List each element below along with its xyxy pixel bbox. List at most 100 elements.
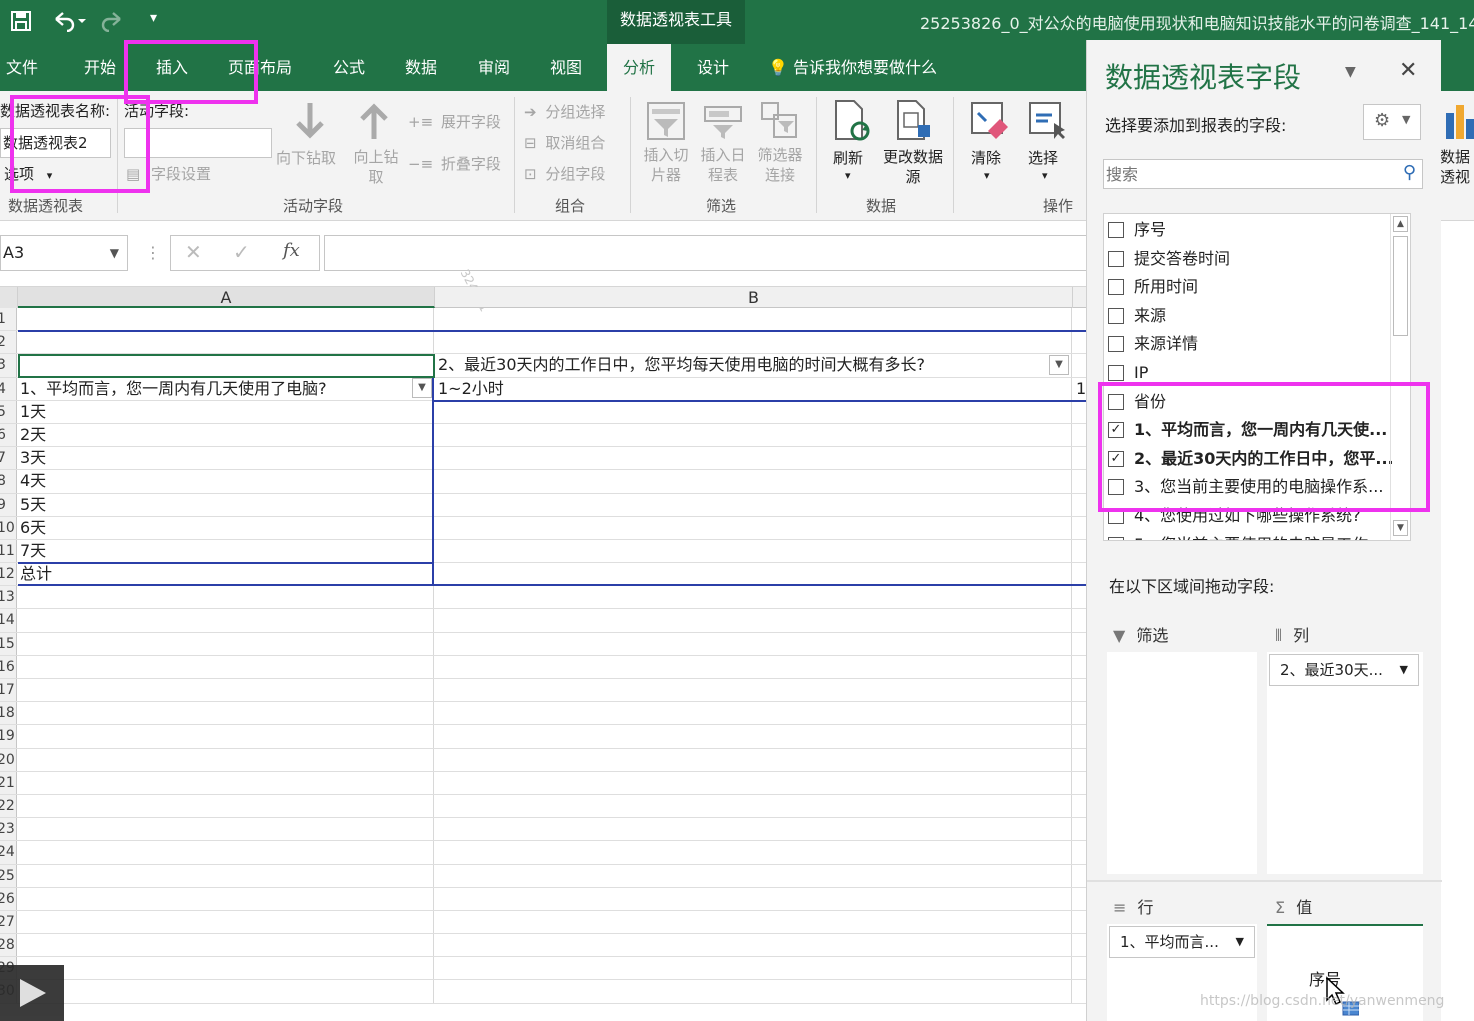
row-header[interactable]: 6 — [0, 423, 17, 447]
row-header[interactable]: 24 — [0, 841, 17, 864]
save-icon[interactable] — [10, 10, 32, 37]
columns-drop-area[interactable]: 2、最近30天... ▼ — [1267, 652, 1423, 874]
cell-a[interactable] — [18, 586, 434, 609]
field-list-item[interactable]: 所用时间 — [1104, 273, 1394, 302]
cell-a[interactable] — [18, 864, 434, 887]
cell-a[interactable] — [18, 308, 434, 331]
cell-b[interactable] — [435, 748, 1072, 771]
cell-b[interactable] — [435, 910, 1072, 934]
tab-file[interactable]: 文件 — [6, 44, 38, 91]
row-header[interactable]: 10 — [0, 516, 17, 539]
group-selection-button[interactable]: ➔ 分组选择 — [524, 101, 605, 122]
cell-a[interactable] — [18, 609, 434, 632]
column-header-b[interactable]: B — [435, 287, 1073, 308]
redo-icon[interactable] — [100, 10, 134, 37]
clear-button[interactable] — [970, 101, 1010, 141]
row-header[interactable]: 23 — [0, 818, 17, 841]
field-list-item[interactable]: 来源 — [1104, 302, 1394, 331]
drill-down-button[interactable] — [290, 101, 326, 145]
cell-a[interactable] — [18, 957, 434, 980]
expand-field-button[interactable]: +≡ 展开字段 — [408, 111, 501, 132]
cell-a[interactable]: 总计 — [18, 563, 434, 586]
cell-a[interactable]: 6天 — [18, 516, 434, 539]
filters-drop-area[interactable] — [1107, 652, 1257, 874]
cell-b[interactable] — [435, 609, 1072, 632]
cell-b[interactable] — [435, 516, 1072, 539]
field-list-item[interactable]: 序号 — [1104, 216, 1394, 245]
insert-function-icon[interactable]: fx — [283, 240, 300, 261]
cell-b[interactable] — [435, 957, 1072, 980]
cell-b[interactable] — [435, 400, 1072, 423]
cell-b[interactable] — [435, 586, 1072, 609]
cell-a[interactable] — [18, 331, 434, 354]
row-header[interactable]: 18 — [0, 702, 17, 725]
cell-a[interactable] — [18, 725, 434, 748]
row-header[interactable]: 12 — [0, 563, 17, 586]
video-play-button[interactable] — [0, 965, 64, 1021]
close-icon[interactable]: ✕ — [1399, 58, 1417, 83]
cell-a[interactable] — [18, 887, 434, 910]
cell-b[interactable] — [435, 493, 1072, 516]
checkbox-icon[interactable] — [1108, 279, 1124, 296]
cell-a[interactable] — [18, 818, 434, 841]
cell-b[interactable] — [435, 655, 1072, 678]
scroll-up-icon[interactable]: ▲ — [1393, 216, 1408, 232]
checkbox-icon[interactable] — [1108, 336, 1124, 353]
column-header-a[interactable]: A — [18, 287, 435, 308]
cell-b[interactable] — [435, 841, 1072, 864]
cell-a[interactable] — [18, 655, 434, 678]
cell-a[interactable]: 7天 — [18, 539, 434, 563]
worksheet-grid[interactable]: A B 1232、最近30天内的工作日中，您平均每天使用电脑的时间大概有多长?4… — [0, 287, 1090, 1021]
cell-a[interactable]: 2天 — [18, 423, 434, 447]
cell-b[interactable] — [435, 887, 1072, 910]
cell-b[interactable] — [435, 794, 1072, 818]
formula-input[interactable] — [324, 235, 1090, 271]
cell-b[interactable] — [435, 818, 1072, 841]
cell-b[interactable] — [435, 447, 1072, 470]
cell-a[interactable] — [18, 771, 434, 794]
insert-timeline-button[interactable] — [703, 101, 743, 141]
cell-a[interactable] — [18, 910, 434, 934]
row-header[interactable]: 4 — [0, 377, 17, 400]
ungroup-button[interactable]: ⊟ 取消组合 — [524, 132, 605, 153]
row-header[interactable]: 13 — [0, 586, 17, 609]
cell-b[interactable] — [435, 934, 1072, 957]
filter-connections-button[interactable] — [760, 101, 800, 141]
cell-a[interactable] — [18, 794, 434, 818]
cell-b[interactable] — [435, 679, 1072, 702]
tab-home[interactable]: 开始 — [84, 44, 116, 91]
pivot-chart-button[interactable] — [1444, 103, 1474, 143]
checkbox-icon[interactable] — [1108, 536, 1124, 540]
row-header[interactable]: 21 — [0, 771, 17, 794]
row-header[interactable]: 3 — [0, 354, 17, 377]
customize-qat-icon[interactable]: ▾ — [150, 10, 157, 26]
cell-b[interactable] — [435, 864, 1072, 887]
row-header[interactable]: 16 — [0, 655, 17, 678]
cell-a[interactable] — [18, 748, 434, 771]
cell-b[interactable] — [435, 308, 1072, 331]
field-list-item[interactable]: 5、您当前主要使用的电脑是工作... — [1104, 531, 1394, 540]
row-header[interactable]: 9 — [0, 493, 17, 516]
row-header[interactable]: 22 — [0, 794, 17, 818]
cell-a[interactable]: 4天 — [18, 470, 434, 493]
refresh-button[interactable] — [832, 99, 872, 143]
checkbox-icon[interactable] — [1108, 250, 1124, 267]
check-icon[interactable]: ✓ — [233, 240, 250, 264]
tab-formulas[interactable]: 公式 — [333, 44, 365, 91]
cell-a[interactable] — [18, 632, 434, 655]
tab-analyze[interactable]: 分析 — [607, 44, 672, 91]
search-input[interactable] — [1106, 161, 1386, 187]
cell-a[interactable]: 1天 — [18, 400, 434, 423]
splitter-icon[interactable]: ⋮ — [145, 243, 161, 262]
cell-a[interactable]: 3天 — [18, 447, 434, 470]
cell-a[interactable] — [18, 980, 434, 1003]
tab-view[interactable]: 视图 — [550, 44, 582, 91]
row-header[interactable]: 2 — [0, 331, 17, 354]
cell-a[interactable]: 1、平均而言，您一周内有几天使用了电脑? — [18, 377, 434, 400]
drill-up-button[interactable] — [356, 101, 392, 145]
cell-a[interactable] — [18, 841, 434, 864]
cell-b[interactable] — [435, 423, 1072, 447]
cell-b[interactable] — [435, 539, 1072, 563]
pane-options-chevron-icon[interactable]: ▼ — [1345, 64, 1356, 80]
scroll-thumb[interactable] — [1393, 236, 1408, 336]
